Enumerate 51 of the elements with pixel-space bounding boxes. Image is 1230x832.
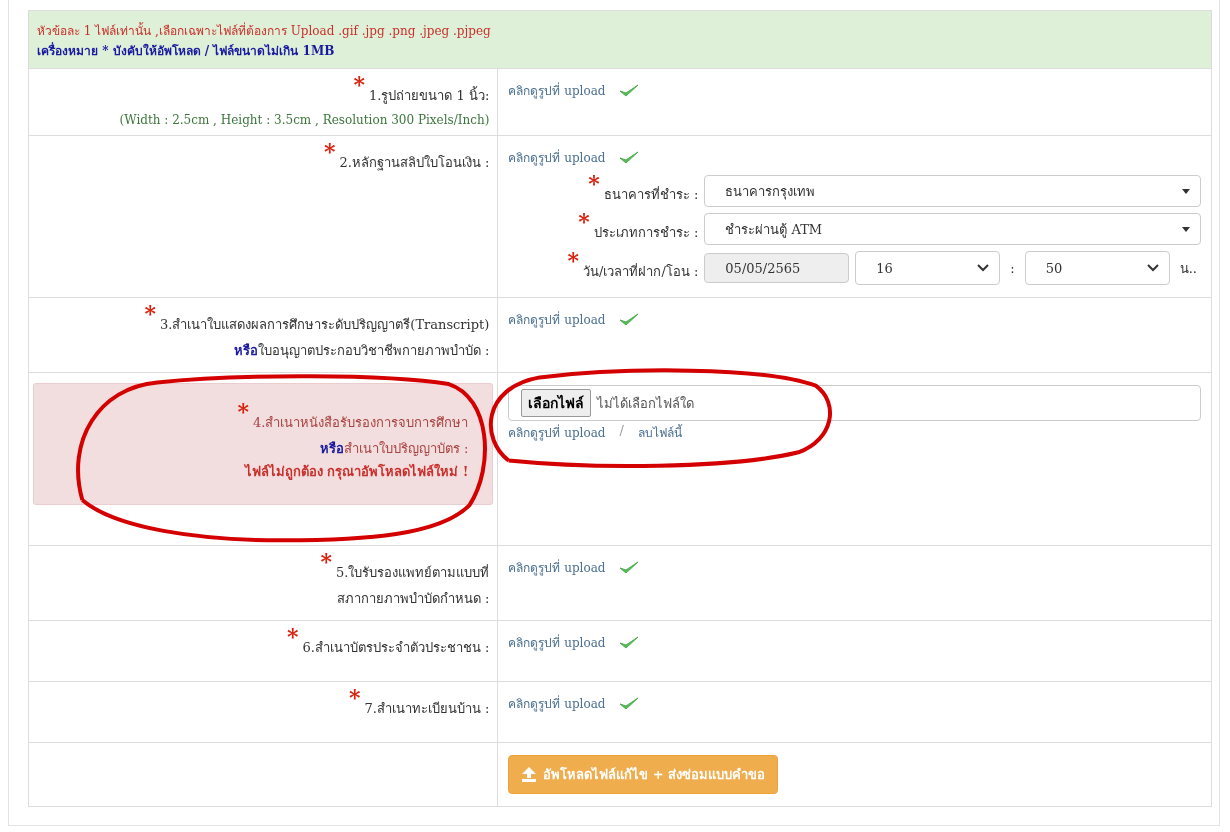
document-label: 5.ใบรับรองแพทย์ตามแบบที่: [335, 565, 490, 580]
view-upload-link[interactable]: คลิกดูรูปที่ upload: [508, 148, 606, 167]
time-separator: :: [1009, 260, 1016, 276]
bank-label: ธนาคารที่ชำระ :: [603, 186, 699, 202]
chevron-down-icon: [977, 264, 990, 272]
requirement-text: เครื่องหมาย * บังคับให้อัพโหลด / ไฟล์ขนาดไม่เกิน 1MB: [37, 41, 336, 60]
required-asterisk: *: [567, 246, 580, 273]
required-asterisk: *: [323, 138, 336, 164]
required-asterisk: *: [578, 207, 590, 234]
file-status: ไม่ได้เลือกไฟล์ใด: [597, 394, 695, 413]
required-asterisk: *: [588, 169, 600, 196]
document-label: หรือสำเนาใบปริญญาบัตร :: [319, 441, 469, 456]
link-separator: /: [619, 423, 624, 440]
minute-select[interactable]: 50: [1024, 251, 1170, 285]
required-asterisk: *: [144, 300, 156, 326]
document-label: 6.สำเนาบัตรประจำตัวประชาชน :: [302, 640, 490, 655]
document-label: สภากายภาพบำบัดกำหนด :: [336, 591, 490, 606]
payment-type-label: ประเภทการชำระ :: [593, 224, 699, 240]
datetime-label: วัน/เวลาที่ฝาก/โอน :: [583, 263, 699, 279]
hour-select[interactable]: 16: [855, 251, 1001, 285]
view-upload-link[interactable]: คลิกดูรูปที่ upload: [508, 423, 606, 442]
document-label: 3.สำเนาใบแสดงผลการศึกษาระดับปริญญาตรี(Transcript): [159, 317, 490, 332]
date-field[interactable]: 05/05/2565: [704, 253, 850, 283]
upload-icon: [521, 767, 538, 782]
required-asterisk: *: [286, 623, 299, 649]
error-message: ไฟล์ไม่ถูกต้อง กรุณาอัพโหลดไฟล์ใหม่ !: [243, 462, 469, 482]
required-asterisk: *: [237, 398, 249, 424]
document-label: 7.สำเนาทะเบียนบ้าน :: [364, 701, 490, 716]
view-upload-link[interactable]: คลิกดูรูปที่ upload: [508, 558, 606, 577]
time-unit: น..: [1178, 259, 1198, 278]
size-note: (Width : 2.5cm , Height : 3.5cm , Resolution 300 Pixels/Inch): [118, 113, 490, 127]
document-label: 4.สำเนาหนังสือรับรองการจบการศึกษา: [252, 415, 469, 430]
dropdown-icon: [1182, 188, 1190, 194]
view-upload-link[interactable]: คลิกดูรูปที่ upload: [508, 633, 606, 652]
chevron-down-icon: [1146, 264, 1159, 272]
choose-file-button[interactable]: เลือกไฟล์: [521, 389, 592, 417]
required-asterisk: *: [320, 548, 332, 574]
view-upload-link[interactable]: คลิกดูรูปที่ upload: [508, 310, 606, 329]
payment-type-select[interactable]: ชำระผ่านตู้ ATM: [704, 213, 1201, 245]
view-upload-link[interactable]: คลิกดูรูปที่ upload: [508, 81, 606, 100]
view-upload-link[interactable]: คลิกดูรูปที่ upload: [508, 694, 606, 713]
bank-select[interactable]: ธนาคารกรุงเทพ: [704, 175, 1201, 207]
document-label: หรือใบอนุญาตประกอบวิชาชีพกายภาพบำบัด :: [233, 343, 490, 358]
document-label: 2.หลักฐานสลิปใบโอนเงิน :: [339, 155, 490, 170]
dropdown-icon: [1182, 226, 1190, 232]
delete-file-link[interactable]: ลบไฟล์นี้: [637, 423, 682, 442]
upload-rules-text: หัวข้อละ 1 ไฟล์เท่านั้น ,เลือกเฉพาะไฟล์ที่ต้องการ Upload .gif .jpg .png .jpeg .pjpeg: [37, 21, 492, 40]
required-asterisk: *: [353, 71, 365, 97]
required-asterisk: *: [348, 684, 361, 710]
file-input[interactable]: เลือกไฟล์ ไม่ได้เลือกไฟล์ใด: [508, 385, 1201, 421]
document-label: 1.รูปถ่ายขนาด 1 นิ้ว:: [369, 88, 490, 103]
